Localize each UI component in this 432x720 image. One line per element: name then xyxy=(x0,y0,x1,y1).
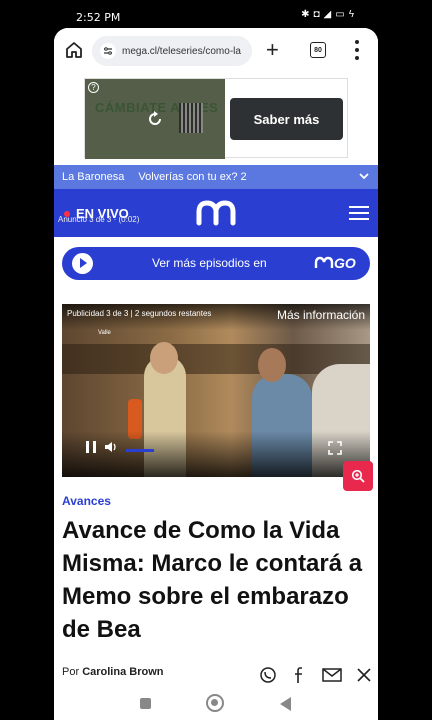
status-time: 2:52 PM xyxy=(76,11,121,24)
site-settings-icon[interactable] xyxy=(100,43,116,59)
ad-progress-text: Anuncio 3 de 3 · (0:02) xyxy=(58,215,140,224)
home-icon[interactable] xyxy=(64,40,84,60)
article-headline: Avance de Como la Vida Misma: Marco le c… xyxy=(62,517,363,643)
video-controls xyxy=(86,441,154,453)
url-bar[interactable]: mega.cl/teleseries/como-la xyxy=(92,36,252,66)
email-icon[interactable] xyxy=(322,666,342,684)
video-player[interactable]: Publicidad 3 de 3 | 2 segundos restantes… xyxy=(62,304,370,477)
trending-bar: La Baronesa Volverías con tu ex? 2 xyxy=(54,165,378,189)
facebook-icon[interactable] xyxy=(290,666,310,684)
battery-icon: ▭ xyxy=(335,9,345,20)
mega-go-icon xyxy=(314,256,334,268)
zoom-button[interactable] xyxy=(343,461,373,491)
more-episodes-text: Ver más episodios en xyxy=(152,256,267,270)
bluetooth-icon: ✱ xyxy=(301,9,310,20)
site-header: EN VIVO xyxy=(54,189,378,237)
zoom-in-icon xyxy=(351,469,365,483)
volume-slider[interactable] xyxy=(126,448,154,452)
video-scene xyxy=(258,348,286,382)
author-name[interactable]: Carolina Brown xyxy=(82,666,163,678)
hamburger-menu-icon[interactable] xyxy=(349,206,369,220)
browser-toolbar: mega.cl/teleseries/como-la + 80 xyxy=(54,28,378,74)
browser-window: mega.cl/teleseries/como-la + 80 CÁMBIATE… xyxy=(54,28,378,720)
x-twitter-icon[interactable] xyxy=(354,666,374,684)
signal-icon: ◢ xyxy=(323,9,332,20)
trending-item[interactable]: La Baronesa xyxy=(62,171,124,183)
trending-item[interactable]: Volverías con tu ex? 2 xyxy=(138,171,246,183)
video-scene xyxy=(150,342,178,374)
more-info-link[interactable]: Más información xyxy=(277,308,365,322)
share-buttons xyxy=(258,666,374,684)
more-episodes-banner[interactable]: Ver más episodios en GO xyxy=(62,247,370,280)
charging-icon: ϟ xyxy=(348,9,354,20)
ad-counter: Publicidad 3 de 3 | 2 segundos restantes xyxy=(67,309,212,318)
byline-prefix: Por xyxy=(62,666,80,678)
status-bar: 2:52 PM ✱ ◘ ◢ ▭ ϟ xyxy=(0,0,432,30)
ad-image[interactable]: CÁMBIATE ANDES ? xyxy=(85,79,225,159)
volume-icon[interactable] xyxy=(104,441,118,453)
chevron-down-icon[interactable] xyxy=(358,170,370,182)
video-overlay xyxy=(62,431,370,477)
replay-icon[interactable] xyxy=(145,109,165,129)
back-icon[interactable] xyxy=(280,697,291,711)
mega-go-text: GO xyxy=(334,255,356,271)
status-icons: ✱ ◘ ◢ ▭ ϟ xyxy=(301,9,354,20)
home-nav-icon[interactable] xyxy=(206,694,224,712)
tab-switcher-button[interactable]: 80 xyxy=(310,42,326,58)
play-icon xyxy=(72,253,93,274)
mega-go-logo: GO xyxy=(314,255,356,271)
whatsapp-icon[interactable] xyxy=(258,666,278,684)
video-brand-watermark: Valle xyxy=(98,330,111,336)
ad-info-icon[interactable]: ? xyxy=(88,82,99,93)
browser-menu-icon[interactable] xyxy=(354,40,360,60)
ad-cta-button[interactable]: Saber más xyxy=(230,98,343,140)
ad-banner[interactable]: CÁMBIATE ANDES ? Saber más xyxy=(84,78,348,159)
article-byline: Por Carolina Brown xyxy=(62,666,163,678)
recent-apps-icon[interactable] xyxy=(140,698,151,709)
article-category[interactable]: Avances xyxy=(62,494,111,508)
alarm-icon: ◘ xyxy=(313,9,320,20)
new-tab-icon[interactable]: + xyxy=(266,38,279,62)
system-nav-bar xyxy=(54,688,378,720)
fullscreen-icon[interactable] xyxy=(328,441,342,455)
mega-logo[interactable] xyxy=(194,199,238,227)
pause-icon[interactable] xyxy=(86,441,96,453)
url-text[interactable]: mega.cl/teleseries/como-la xyxy=(122,46,241,57)
